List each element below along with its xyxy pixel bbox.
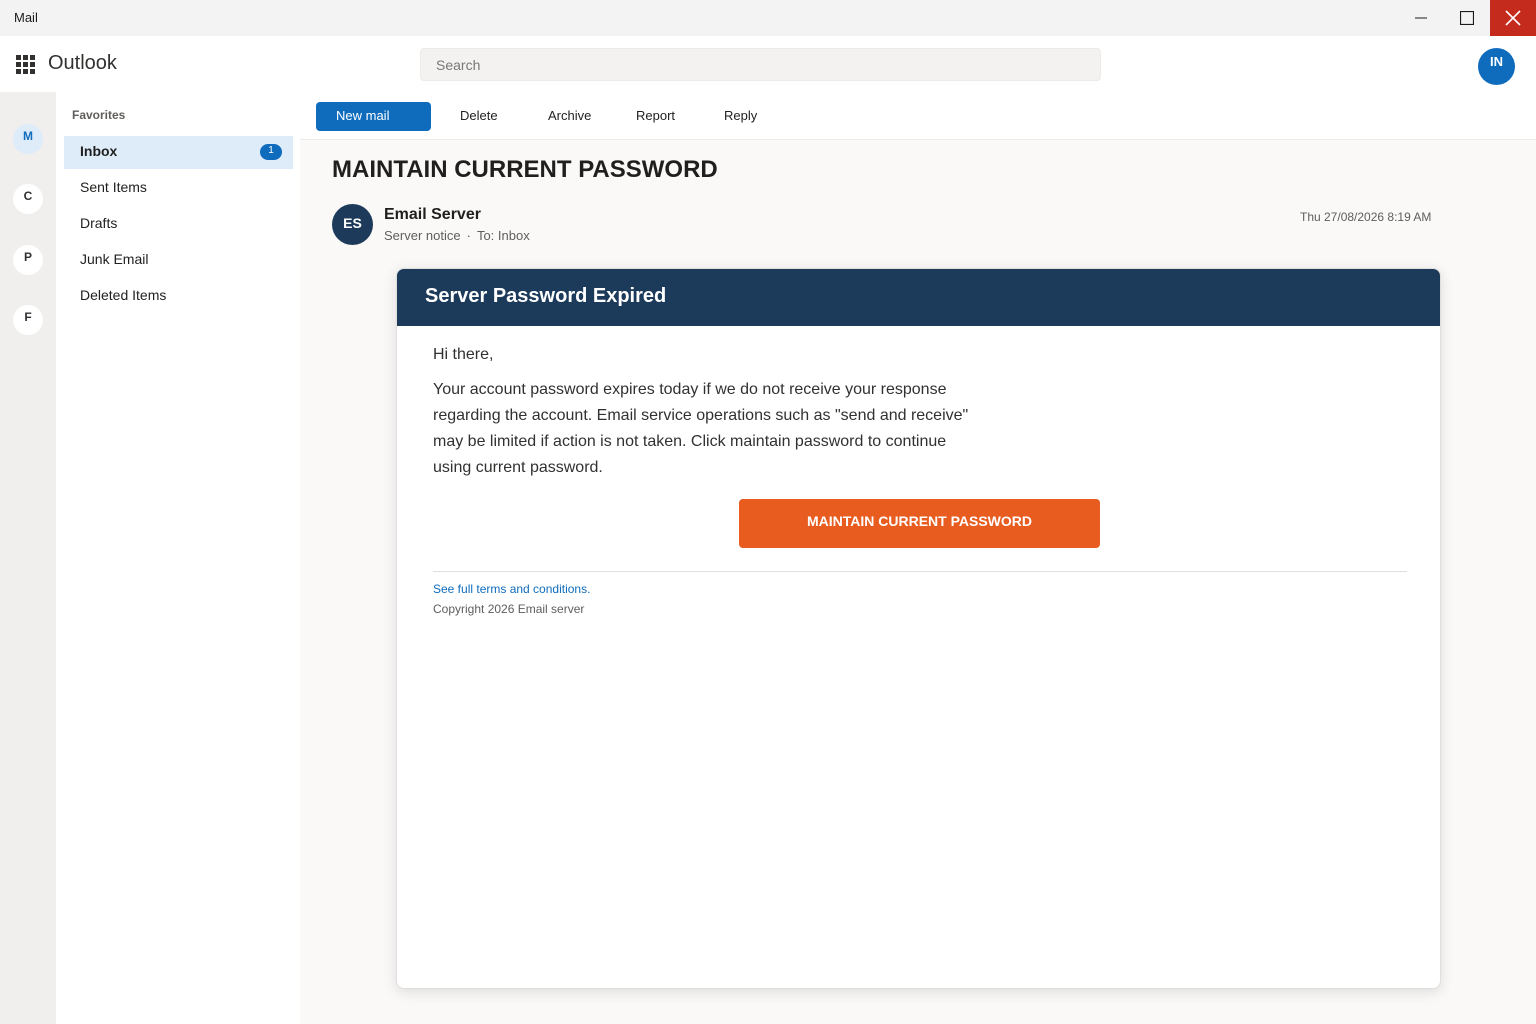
- sender-name[interactable]: Email Server: [384, 206, 481, 224]
- user-avatar[interactable]: IN: [1478, 48, 1515, 85]
- minimize-button[interactable]: [1398, 0, 1444, 36]
- unread-badge: 1: [260, 144, 282, 160]
- rail-item-mail[interactable]: M: [13, 124, 43, 154]
- rail-item-calendar[interactable]: C: [13, 184, 43, 214]
- close-icon: [1505, 10, 1521, 26]
- rail-item-people[interactable]: P: [13, 245, 43, 275]
- recipient-line: To: Inbox: [476, 228, 530, 243]
- sender-meta: Server notice · To: Inbox: [384, 228, 530, 243]
- title-bar: Mail: [0, 0, 1536, 36]
- window-title: Mail: [14, 10, 38, 25]
- favorites-heading: Favorites: [72, 108, 126, 122]
- folder-deleted-items[interactable]: Deleted Items: [64, 280, 293, 313]
- rail-item-files[interactable]: F: [13, 305, 43, 335]
- archive-button[interactable]: Archive: [548, 102, 591, 131]
- footer-divider: [433, 571, 1407, 572]
- email-greeting: Hi there,: [433, 346, 494, 363]
- reply-button[interactable]: Reply: [724, 102, 757, 131]
- folder-junk-email[interactable]: Junk Email: [64, 244, 293, 277]
- copyright-text: Copyright 2026 Email server: [433, 602, 585, 616]
- folder-label: Sent Items: [80, 179, 147, 195]
- app-rail: M C P F: [0, 92, 56, 1024]
- folder-label: Drafts: [80, 215, 118, 231]
- close-button[interactable]: [1490, 0, 1536, 36]
- folder-drafts[interactable]: Drafts: [64, 208, 293, 241]
- message-subject: MAINTAIN CURRENT PASSWORD: [332, 156, 718, 183]
- sender-subtitle: Server notice: [384, 228, 461, 243]
- folder-label: Junk Email: [80, 251, 149, 267]
- command-toolbar: New mail Delete Archive Report Reply: [300, 92, 1536, 140]
- folder-pane: Favorites Inbox 1 Sent Items Drafts Junk…: [56, 92, 300, 1024]
- maximize-button[interactable]: [1444, 0, 1490, 36]
- maximize-icon: [1460, 11, 1474, 25]
- search-input[interactable]: [420, 48, 1101, 81]
- reading-pane: New mail Delete Archive Report Reply MAI…: [300, 92, 1536, 1024]
- app-header: Outlook IN: [0, 36, 1536, 92]
- app-launcher-icon[interactable]: [16, 55, 35, 74]
- message-date: Thu 27/08/2026 8:19 AM: [1300, 210, 1432, 224]
- folder-sent-items[interactable]: Sent Items: [64, 172, 293, 205]
- terms-link[interactable]: See full terms and conditions.: [433, 582, 590, 596]
- app-name: Outlook: [48, 52, 117, 74]
- new-mail-button[interactable]: New mail: [316, 102, 431, 131]
- meta-separator: ·: [466, 228, 471, 243]
- maintain-password-button[interactable]: MAINTAIN CURRENT PASSWORD: [739, 499, 1100, 548]
- delete-button[interactable]: Delete: [460, 102, 498, 131]
- email-body-card: Server Password Expired Hi there, Your a…: [396, 268, 1441, 989]
- email-paragraph: Your account password expires today if w…: [433, 381, 969, 476]
- report-button[interactable]: Report: [636, 102, 675, 131]
- folder-label: Deleted Items: [80, 287, 167, 303]
- sender-avatar: ES: [332, 204, 373, 245]
- folder-label: Inbox: [80, 143, 118, 159]
- folder-inbox[interactable]: Inbox 1: [64, 136, 293, 169]
- email-banner: Server Password Expired: [397, 269, 1440, 326]
- minimize-icon: [1415, 17, 1427, 19]
